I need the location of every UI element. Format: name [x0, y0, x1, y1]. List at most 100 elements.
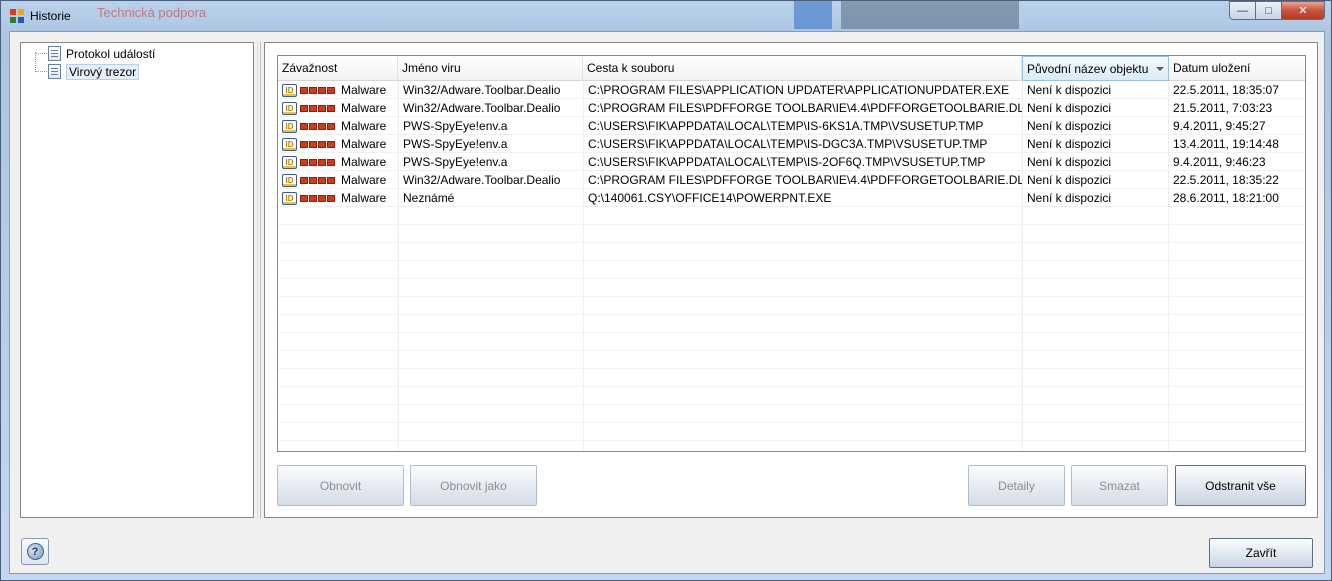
severity-level-indicator: [300, 122, 336, 130]
severity-bar: [327, 158, 335, 166]
severity-bar: [327, 176, 335, 184]
close-button[interactable]: Zavřít: [1209, 538, 1313, 568]
cell-virus-name: Win32/Adware.Toolbar.Dealio: [403, 173, 561, 187]
cell-original-name: Není k dispozici: [1027, 137, 1112, 151]
infection-id-icon: ID: [282, 155, 297, 169]
column-header-original-name[interactable]: Původní název objektu: [1022, 56, 1169, 81]
cell-date-saved: 9.4.2011, 9:45:27: [1173, 119, 1266, 133]
severity-bar: [300, 158, 308, 166]
background-app-text: Technická podpora: [97, 5, 207, 20]
history-window: Historie Technická podpora — □ ✕ Protoko…: [0, 0, 1332, 581]
restore-button[interactable]: Obnovit: [277, 465, 404, 506]
cell-virus-name: Neznámé: [403, 191, 455, 205]
severity-label: Malware: [341, 137, 387, 151]
severity-level-indicator: [300, 176, 336, 184]
delete-button[interactable]: Smazat: [1071, 465, 1168, 506]
cell-file-path: C:\PROGRAM FILES\APPLICATION UPDATER\APP…: [588, 83, 1010, 97]
cell-original-name: Není k dispozici: [1027, 119, 1112, 133]
cell-original-name: Není k dispozici: [1027, 155, 1112, 169]
table-row[interactable]: ID Malware Win32/Adware.Toolbar.Dealio C:\P…: [278, 81, 1305, 99]
column-header-virus-name[interactable]: Jméno viru: [398, 56, 583, 81]
details-button[interactable]: Detaily: [968, 465, 1065, 506]
table-header: Závažnost Jméno viru Cesta k souboru Pův…: [278, 56, 1305, 81]
empty-table-row: [278, 405, 1305, 423]
remove-all-button[interactable]: Odstranit vše: [1175, 465, 1306, 506]
cell-virus-name: Win32/Adware.Toolbar.Dealio: [403, 101, 561, 115]
severity-label: Malware: [341, 155, 387, 169]
close-window-button[interactable]: ✕: [1281, 1, 1325, 20]
severity-bar: [309, 140, 317, 148]
cell-file-path: C:\PROGRAM FILES\PDFFORGE TOOLBAR\IE\4.4…: [588, 173, 1022, 187]
severity-bar: [300, 176, 308, 184]
cell-virus-name: PWS-SpyEye!env.a: [403, 137, 508, 151]
cell-virus-name: PWS-SpyEye!env.a: [403, 119, 508, 133]
maximize-button[interactable]: □: [1255, 1, 1281, 20]
cell-date-saved: 13.4.2011, 19:14:48: [1173, 137, 1279, 151]
panel-splitter[interactable]: [257, 42, 261, 518]
cell-date-saved: 28.6.2011, 18:21:00: [1173, 191, 1279, 205]
severity-bar: [318, 158, 326, 166]
cell-file-path: C:\USERS\FIK\APPDATA\LOCAL\TEMP\IS-DGC3A…: [588, 137, 988, 151]
empty-table-row: [278, 369, 1305, 387]
severity-level-indicator: [300, 104, 336, 112]
severity-label: Malware: [341, 119, 387, 133]
severity-bar: [309, 194, 317, 202]
empty-table-row: [278, 351, 1305, 369]
background-app-tile: [794, 1, 832, 29]
tree-item-virus-vault[interactable]: Virový trezor: [48, 63, 140, 80]
navigation-tree: Protokol událostí Virový trezor: [20, 42, 254, 518]
severity-bar: [318, 194, 326, 202]
severity-bar: [318, 122, 326, 130]
cell-file-path: C:\PROGRAM FILES\PDFFORGE TOOLBAR\IE\4.4…: [588, 101, 1022, 115]
tree-item-event-log[interactable]: Protokol událostí: [48, 45, 155, 62]
severity-bar: [309, 122, 317, 130]
table-row[interactable]: ID Malware Win32/Adware.Toolbar.Dealio C:\P…: [278, 171, 1305, 189]
minimize-button[interactable]: —: [1229, 1, 1255, 20]
infection-id-icon: ID: [282, 173, 297, 187]
column-header-date-saved[interactable]: Datum uložení: [1169, 56, 1305, 81]
infection-id-icon: ID: [282, 83, 297, 97]
cell-date-saved: 22.5.2011, 18:35:07: [1173, 83, 1279, 97]
cell-severity: ID Malware: [278, 81, 398, 99]
severity-bar: [318, 140, 326, 148]
severity-bar: [300, 194, 308, 202]
table-row[interactable]: ID Malware PWS-SpyEye!env.a C:\USERS\FIK\AP…: [278, 117, 1305, 135]
column-header-severity[interactable]: Závažnost: [278, 56, 398, 81]
empty-table-row: [278, 243, 1305, 261]
cell-date-saved: 9.4.2011, 9:46:23: [1173, 155, 1266, 169]
title-bar[interactable]: Historie Technická podpora — □ ✕: [1, 1, 1331, 31]
document-icon: [48, 46, 61, 61]
avg-logo-icon: [10, 9, 24, 23]
empty-table-row: [278, 297, 1305, 315]
column-header-file-path[interactable]: Cesta k souboru: [583, 56, 1022, 81]
cell-date-saved: 21.5.2011, 7:03:23: [1173, 101, 1273, 115]
empty-table-row: [278, 387, 1305, 405]
restore-as-button[interactable]: Obnovit jako: [410, 465, 537, 506]
tree-connector-branch: [35, 71, 47, 72]
tree-item-label: Virový trezor: [66, 63, 140, 80]
severity-bar: [327, 86, 335, 94]
document-icon: [48, 64, 61, 79]
cell-date-saved: 22.5.2011, 18:35:22: [1173, 173, 1279, 187]
help-button[interactable]: ?: [21, 538, 49, 565]
cell-severity: ID Malware: [278, 117, 398, 135]
table-row[interactable]: ID Malware PWS-SpyEye!env.a C:\USERS\FIK\AP…: [278, 153, 1305, 171]
severity-level-indicator: [300, 194, 336, 202]
help-icon: ?: [26, 543, 44, 560]
severity-bar: [309, 86, 317, 94]
dialog-body: Protokol událostí Virový trezor Závažnos…: [9, 31, 1325, 574]
sort-descending-icon: [1156, 67, 1164, 71]
severity-bar: [318, 176, 326, 184]
severity-bar: [327, 194, 335, 202]
severity-bar: [309, 176, 317, 184]
empty-table-row: [278, 225, 1305, 243]
infection-id-icon: ID: [282, 137, 297, 151]
severity-label: Malware: [341, 83, 387, 97]
column-header-label: Původní název objektu: [1027, 62, 1149, 76]
severity-bar: [309, 158, 317, 166]
table-row[interactable]: ID Malware Win32/Adware.Toolbar.Dealio C:\P…: [278, 99, 1305, 117]
cell-severity: ID Malware: [278, 135, 398, 153]
table-row[interactable]: ID Malware Neznámé Q:\140061.CSY\OFFICE14\P…: [278, 189, 1305, 207]
window-controls: — □ ✕: [1229, 1, 1325, 21]
table-row[interactable]: ID Malware PWS-SpyEye!env.a C:\USERS\FIK\AP…: [278, 135, 1305, 153]
